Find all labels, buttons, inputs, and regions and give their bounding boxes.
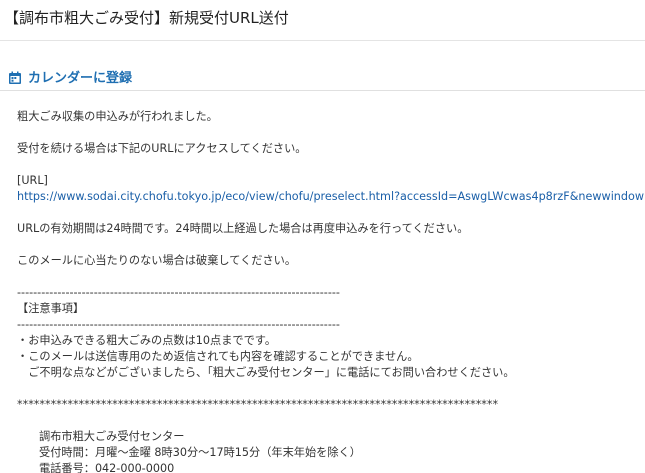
body-line: 粗大ごみ収集の申込みが行われました。 (17, 110, 218, 123)
body-line: このメールに心当たりのない場合は破棄してください。 (17, 254, 297, 267)
divider-line: ----------------------------------------… (17, 318, 340, 331)
add-to-calendar-bar[interactable]: カレンダーに登録 (0, 63, 645, 91)
signature-phone: 電話番号：042-000-0000 (39, 462, 175, 473)
body-line: URLの有効期間は24時間です。24時間以上経過した場合は再度申込みを行ってくだ… (17, 222, 469, 235)
url-label: [URL] (17, 174, 48, 187)
star-divider: ****************************************… (17, 398, 499, 411)
divider-line: ----------------------------------------… (17, 286, 340, 299)
signature-name: 調布市粗大ごみ受付センター (39, 430, 185, 443)
email-subject: 【調布市粗大ごみ受付】新規受付URL送付 (4, 8, 289, 27)
email-view: 【調布市粗大ごみ受付】新規受付URL送付 カレンダーに登録 粗大ごみ収集の申込み… (0, 0, 645, 473)
notes-title: 【注意事項】 (17, 302, 85, 315)
calendar-icon[interactable] (8, 70, 22, 84)
add-to-calendar-link[interactable]: カレンダーに登録 (28, 67, 132, 86)
subject-bar: 【調布市粗大ごみ受付】新規受付URL送付 (0, 0, 645, 41)
email-body: 粗大ごみ収集の申込みが行われました。 受付を続ける場合は下記のURLにアクセスし… (0, 91, 645, 473)
note-item: ・お申込みできる粗大ごみの点数は10点までです。 (17, 334, 277, 347)
note-item: ご不明な点などがございましたら、「粗大ごみ受付センター」に電話にてお問い合わせく… (17, 366, 515, 379)
body-line: 受付を続ける場合は下記のURLにアクセスしてください。 (17, 142, 307, 155)
signature-hours: 受付時間：月曜～金曜 8時30分～17時15分（年末年始を除く） (39, 446, 361, 459)
note-item: ・このメールは送信専用のため返信されても内容を確認することができません。 (17, 350, 419, 363)
preselect-url-link[interactable]: https://www.sodai.city.chofu.tokyo.jp/ec… (17, 189, 645, 205)
